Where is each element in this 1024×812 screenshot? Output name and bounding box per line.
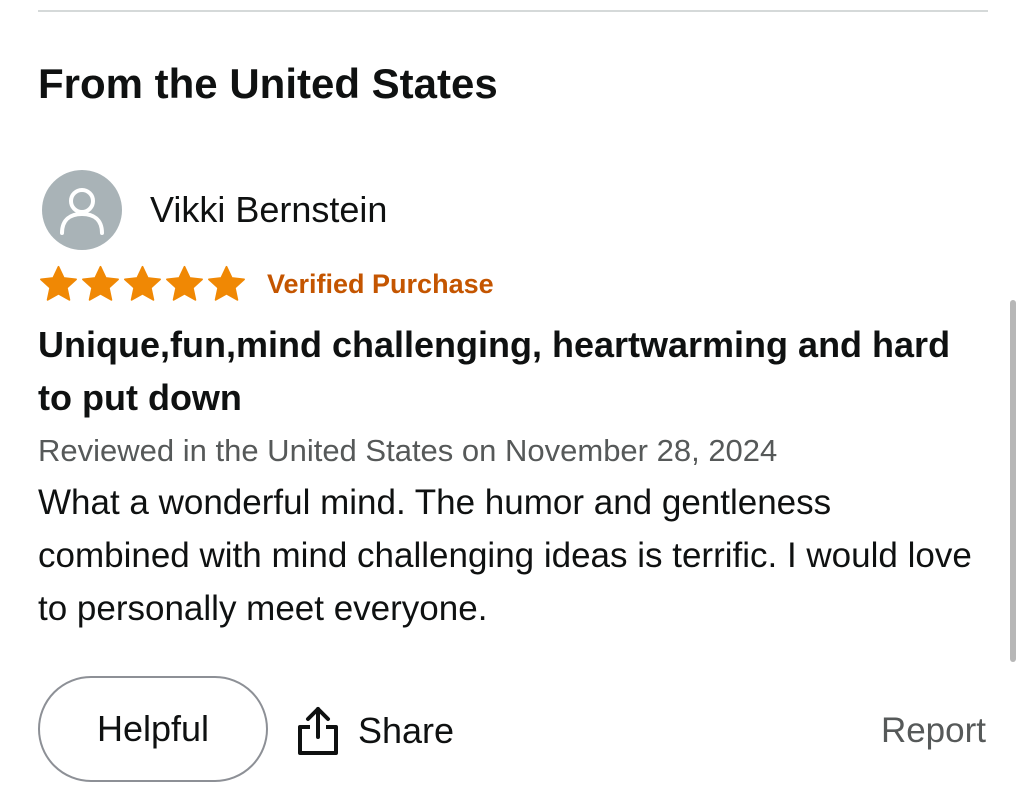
top-divider: [38, 10, 988, 12]
reviewer-profile[interactable]: Vikki Bernstein: [42, 170, 387, 250]
review-date: Reviewed in the United States on Novembe…: [38, 433, 778, 468]
star-icon: [82, 265, 119, 301]
helpful-button[interactable]: Helpful: [38, 676, 268, 782]
verified-purchase-badge: Verified Purchase: [267, 268, 494, 299]
star-icon: [124, 265, 161, 301]
scrollbar[interactable]: [1010, 300, 1016, 662]
review-body: What a wonderful mind. The humor and gen…: [38, 483, 972, 628]
star-icon: [208, 265, 245, 301]
star-icon: [166, 265, 203, 301]
user-icon: [60, 188, 104, 235]
star-rating: [38, 264, 247, 305]
share-button[interactable]: Share: [296, 700, 454, 762]
star-icon: [40, 265, 77, 301]
avatar: [42, 170, 122, 250]
reviewer-name[interactable]: Vikki Bernstein: [150, 188, 387, 232]
report-link[interactable]: Report: [881, 708, 986, 754]
review-title: Unique,fun,mind challenging, heartwarmin…: [38, 324, 951, 418]
review-page: From the United States Vikki Bernstein V…: [0, 0, 1024, 812]
share-label: Share: [358, 710, 455, 751]
section-title: From the United States: [38, 60, 498, 107]
share-icon: [298, 707, 338, 755]
rating-row: Verified Purchase: [38, 262, 494, 306]
